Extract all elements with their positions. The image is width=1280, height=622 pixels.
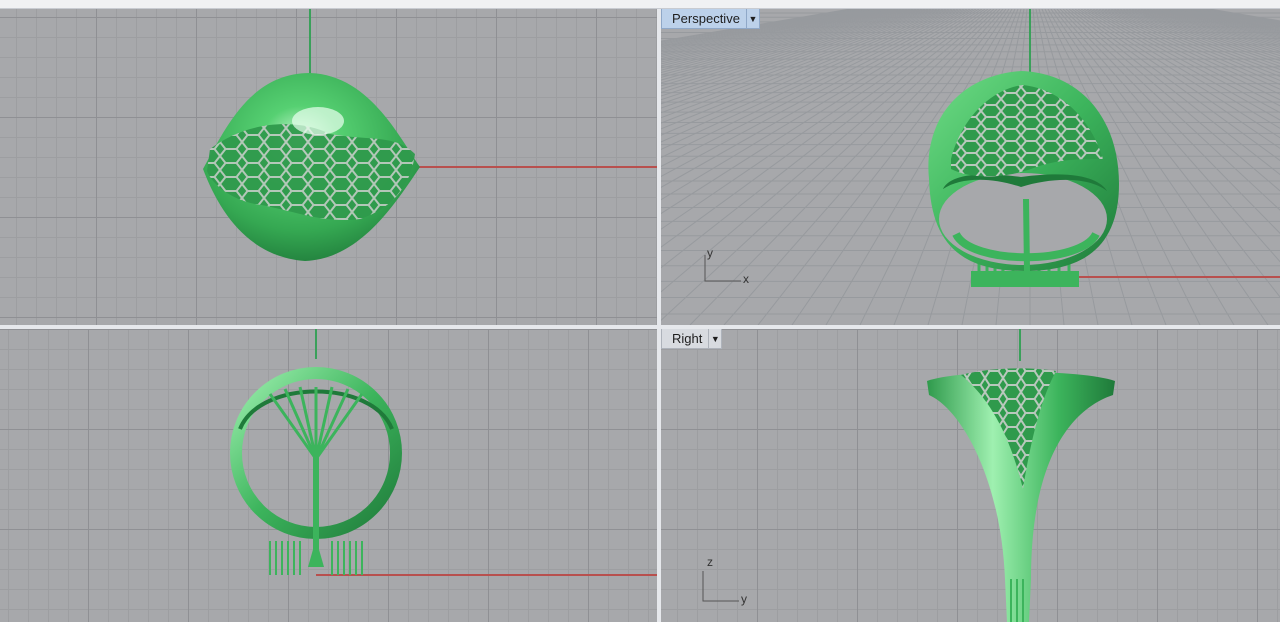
top-view-canvas xyxy=(203,9,657,261)
perspective-grid xyxy=(661,9,1280,325)
viewport-label-right[interactable]: Right ▼ xyxy=(661,329,723,349)
axis-icon xyxy=(702,571,739,602)
chevron-down-icon[interactable]: ▼ xyxy=(746,9,760,29)
axis-label-z: z xyxy=(707,555,713,569)
viewport-splitter-horizontal[interactable] xyxy=(0,325,1280,329)
viewport-top[interactable] xyxy=(0,9,657,325)
front-view-canvas xyxy=(230,329,657,576)
viewport-front[interactable] xyxy=(0,329,657,622)
chevron-down-icon[interactable]: ▼ xyxy=(709,329,723,349)
right-view-canvas xyxy=(702,329,1115,622)
axis-label-x: x xyxy=(743,272,749,286)
viewport-perspective[interactable]: Perspective ▼ y x xyxy=(661,9,1280,325)
viewport-title[interactable]: Right xyxy=(661,329,710,349)
viewport-splitter-vertical[interactable] xyxy=(657,9,661,622)
viewport-title[interactable]: Perspective xyxy=(661,9,747,29)
support-fan xyxy=(268,386,364,460)
viewport-right[interactable]: Right ▼ z y xyxy=(661,329,1280,622)
axis-label-y: y xyxy=(707,246,713,260)
viewport-label-perspective[interactable]: Perspective ▼ xyxy=(661,9,760,29)
axis-label-y: y xyxy=(741,592,747,606)
support-base xyxy=(971,271,1079,287)
window-top-bar xyxy=(0,0,1280,9)
